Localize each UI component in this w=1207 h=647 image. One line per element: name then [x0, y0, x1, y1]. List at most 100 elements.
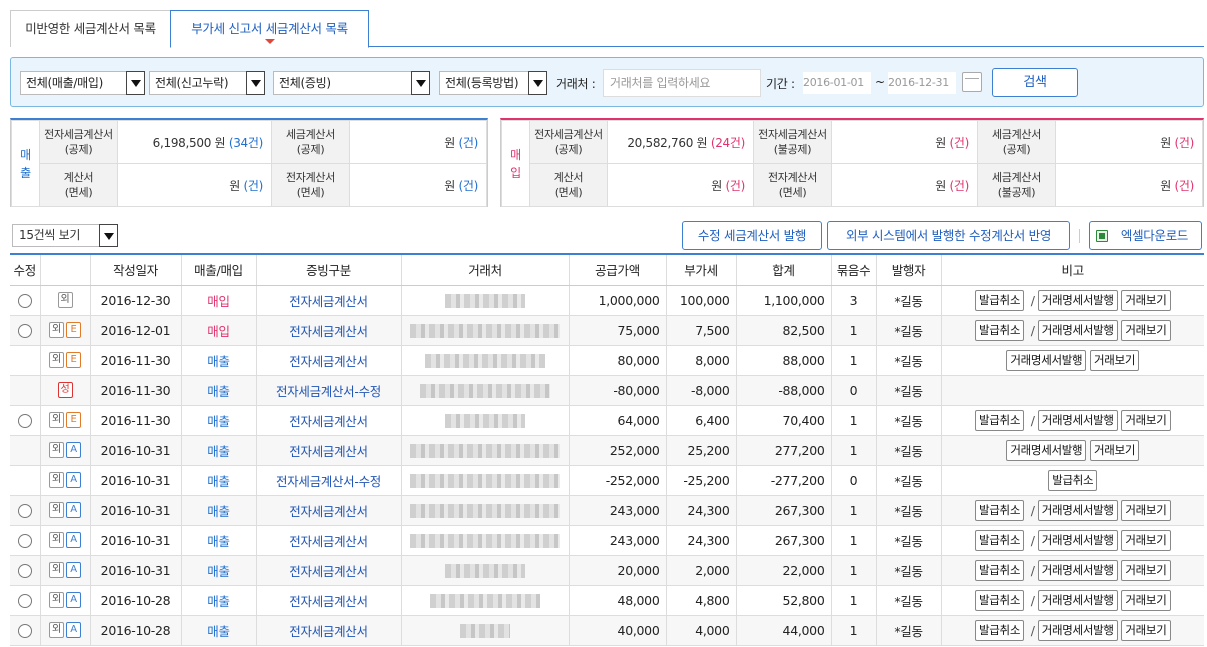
- page-size-select[interactable]: 15건씩 보기: [12, 224, 118, 247]
- cell-category[interactable]: 전자세금계산서: [256, 615, 402, 646]
- issue-statement-button[interactable]: 거래명세서발행: [1037, 499, 1118, 521]
- view-transaction-button[interactable]: 거래보기: [1121, 409, 1171, 431]
- calendar-icon[interactable]: [962, 72, 982, 92]
- cell-partner: [401, 585, 570, 616]
- modify-radio[interactable]: [17, 623, 32, 638]
- tab-vat-report-label: 부가세 신고서 세금계산서 목록: [191, 21, 348, 36]
- cancel-issue-button[interactable]: 발급취소: [974, 619, 1025, 641]
- cell-category[interactable]: 전자세금계산서-수정: [256, 465, 402, 496]
- view-transaction-button[interactable]: 거래보기: [1090, 349, 1140, 371]
- cell-category[interactable]: 전자세금계산서: [256, 555, 402, 586]
- register-method-select[interactable]: 전체(등록방법): [439, 71, 547, 95]
- summary-count-link[interactable]: (건): [1174, 136, 1194, 150]
- tab-vat-report-list[interactable]: 부가세 신고서 세금계산서 목록: [170, 10, 369, 48]
- modify-radio[interactable]: [17, 413, 32, 428]
- chevron-down-icon[interactable]: [246, 71, 265, 95]
- chevron-down-icon[interactable]: [528, 71, 547, 95]
- cancel-issue-button[interactable]: 발급취소: [974, 499, 1025, 521]
- tab-unreflected[interactable]: 미반영한 세금계산서 목록: [10, 10, 170, 47]
- cell-modify: [10, 615, 41, 646]
- cancel-issue-button[interactable]: 발급취소: [974, 559, 1025, 581]
- summary-count-link[interactable]: (건): [1174, 179, 1194, 193]
- email-icon: E: [66, 352, 81, 369]
- chevron-down-icon[interactable]: [99, 224, 118, 247]
- summary-label: 계산서 (면세): [39, 163, 118, 207]
- cancel-issue-button[interactable]: 발급취소: [1048, 469, 1098, 491]
- summary-value: 원 (건): [117, 163, 272, 207]
- summary-count-link[interactable]: (건): [949, 179, 969, 193]
- cell-issuer: *길동: [876, 345, 942, 376]
- view-transaction-button[interactable]: 거래보기: [1121, 619, 1171, 641]
- modify-radio[interactable]: [17, 323, 32, 338]
- summary-count-link[interactable]: (건): [725, 179, 745, 193]
- cell-category[interactable]: 전자세금계산서-수정: [256, 375, 402, 406]
- chevron-down-icon[interactable]: [411, 71, 430, 95]
- view-transaction-button[interactable]: 거래보기: [1121, 529, 1171, 551]
- cell-category[interactable]: 전자세금계산서: [256, 345, 402, 376]
- view-transaction-button[interactable]: 거래보기: [1121, 319, 1171, 341]
- partner-input[interactable]: 거래처를 입력하세요: [603, 69, 761, 97]
- view-transaction-button[interactable]: 거래보기: [1121, 559, 1171, 581]
- cell-category[interactable]: 전자세금계산서: [256, 585, 402, 616]
- summary-count-link[interactable]: (건): [458, 136, 478, 150]
- evidence-select[interactable]: 전체(증빙): [273, 71, 430, 95]
- modify-radio[interactable]: [17, 503, 32, 518]
- view-transaction-button[interactable]: 거래보기: [1121, 289, 1171, 311]
- cell-bundle: 1: [831, 585, 877, 616]
- cell-category[interactable]: 전자세금계산서: [256, 315, 402, 346]
- cell-category[interactable]: 전자세금계산서: [256, 495, 402, 526]
- summary-count-link[interactable]: (24건): [711, 136, 745, 150]
- external-modify-button[interactable]: 외부 시스템에서 발행한 수정계산서 반영: [827, 221, 1070, 250]
- modify-radio[interactable]: [17, 293, 32, 308]
- issue-statement-button[interactable]: 거래명세서발행: [1037, 529, 1118, 551]
- modify-invoice-button[interactable]: 수정 세금계산서 발행: [682, 221, 822, 250]
- summary-count-link[interactable]: (건): [458, 179, 478, 193]
- cell-icons: 성: [40, 375, 91, 406]
- modify-radio[interactable]: [17, 593, 32, 608]
- summary-count-link[interactable]: (34건): [229, 136, 263, 150]
- modify-radio[interactable]: [17, 563, 32, 578]
- issue-statement-button[interactable]: 거래명세서발행: [1037, 409, 1118, 431]
- summary-label: 전자세금계산서 (불공제): [753, 120, 832, 164]
- partner-blurred: [410, 443, 560, 458]
- cancel-issue-button[interactable]: 발급취소: [974, 409, 1025, 431]
- issue-statement-button[interactable]: 거래명세서발행: [1037, 319, 1118, 341]
- view-transaction-button[interactable]: 거래보기: [1090, 439, 1140, 461]
- date-to-input[interactable]: 2016-12-31: [888, 72, 956, 94]
- col-issuer: 발행자: [876, 254, 942, 286]
- cancel-issue-button[interactable]: 발급취소: [974, 589, 1025, 611]
- issue-statement-button[interactable]: 거래명세서발행: [1037, 559, 1118, 581]
- cancel-issue-button[interactable]: 발급취소: [974, 529, 1025, 551]
- issue-statement-button[interactable]: 거래명세서발행: [1037, 589, 1118, 611]
- issue-statement-button[interactable]: 거래명세서발행: [1006, 349, 1087, 371]
- modify-radio[interactable]: [17, 533, 32, 548]
- cell-modify: [10, 375, 41, 406]
- issue-statement-button[interactable]: 거래명세서발행: [1037, 619, 1118, 641]
- view-transaction-button[interactable]: 거래보기: [1121, 499, 1171, 521]
- cell-partner: [401, 555, 570, 586]
- cancel-issue-button[interactable]: 발급취소: [974, 319, 1025, 341]
- report-missing-select[interactable]: 전체(신고누락): [149, 71, 265, 95]
- issue-statement-button[interactable]: 거래명세서발행: [1037, 289, 1118, 311]
- cancel-issue-button[interactable]: 발급취소: [974, 289, 1025, 311]
- date-from-input[interactable]: 2016-01-01: [803, 72, 871, 94]
- cell-bundle: 1: [831, 525, 877, 556]
- cell-total: 70,400: [736, 405, 832, 436]
- cell-supply: 48,000: [569, 585, 667, 616]
- search-button[interactable]: 검색: [992, 68, 1078, 97]
- cell-category[interactable]: 전자세금계산서: [256, 285, 402, 316]
- chevron-down-icon[interactable]: [126, 71, 145, 95]
- cell-category[interactable]: 전자세금계산서: [256, 435, 402, 466]
- cell-date: 2016-10-31: [90, 435, 182, 466]
- view-transaction-button[interactable]: 거래보기: [1121, 589, 1171, 611]
- table-row: 외 A 2016-10-28 매출 전자세금계산서 40,000 4,000 44,000 1 *…: [10, 615, 1204, 646]
- sales-purchase-select[interactable]: 전체(매출/매입): [20, 71, 145, 95]
- cell-partner: [401, 315, 570, 346]
- issue-statement-button[interactable]: 거래명세서발행: [1006, 439, 1087, 461]
- cell-category[interactable]: 전자세금계산서: [256, 405, 402, 436]
- summary-value: 6,198,500 원 (34건): [117, 120, 272, 164]
- summary-count-link[interactable]: (건): [243, 179, 263, 193]
- summary-count-link[interactable]: (건): [949, 136, 969, 150]
- cell-category[interactable]: 전자세금계산서: [256, 525, 402, 556]
- partner-blurred: [430, 593, 540, 608]
